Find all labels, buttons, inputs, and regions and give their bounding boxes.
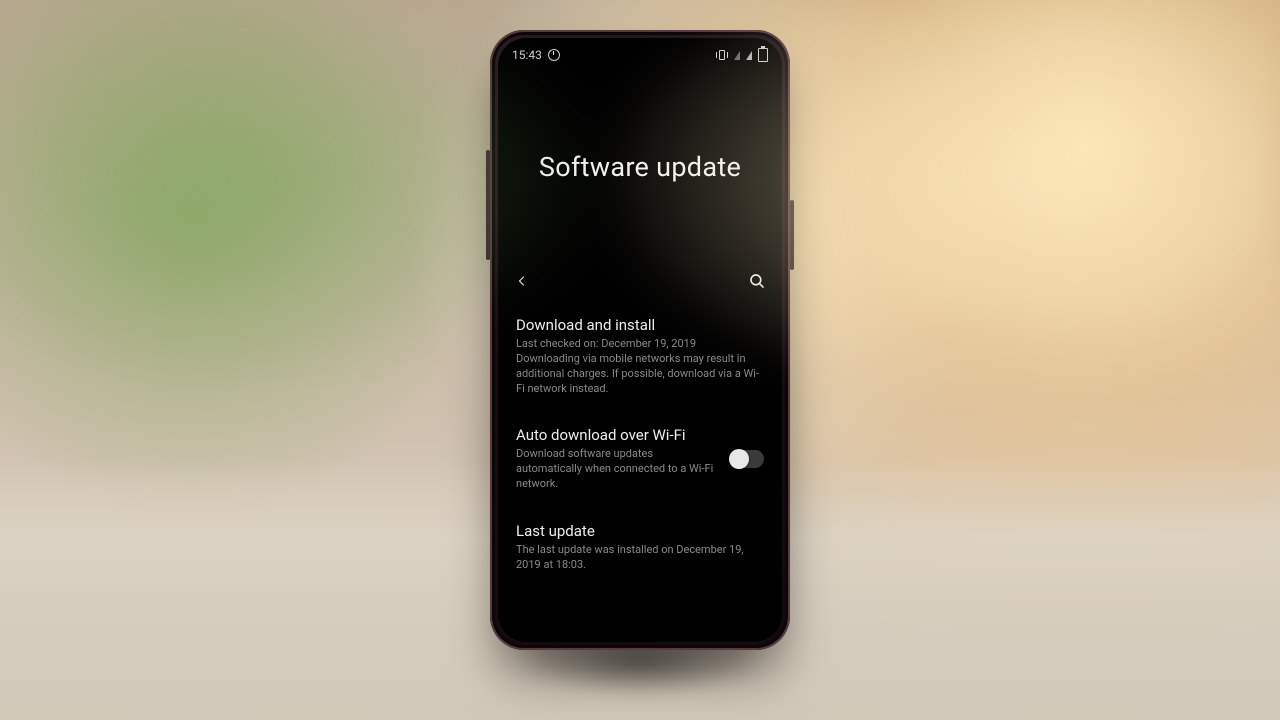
status-bar: 15:43 (498, 38, 782, 72)
phone-side-button-right (790, 200, 794, 270)
page-title: Software update (539, 151, 741, 183)
page-title-area: Software update (498, 72, 782, 262)
phone-device: 15:43 Software update (490, 30, 790, 650)
phone-frame: 15:43 Software update (490, 30, 790, 650)
auto-download-toggle[interactable] (730, 450, 764, 468)
status-bar-right (716, 48, 768, 62)
status-time: 15:43 (512, 48, 542, 62)
vibrate-icon (716, 49, 728, 61)
search-icon (748, 272, 766, 290)
search-button[interactable] (746, 270, 768, 292)
status-bar-left: 15:43 (512, 48, 560, 62)
item-title: Download and install (516, 316, 764, 334)
last-update-item[interactable]: Last update The last update was installe… (498, 510, 782, 585)
item-subtitle: Last checked on: December 19, 2019 Downl… (516, 337, 764, 396)
download-and-install-item[interactable]: Download and install Last checked on: De… (498, 304, 782, 408)
phone-side-button-left (486, 150, 490, 260)
photo-background: 15:43 Software update (0, 0, 1280, 720)
auto-download-wifi-item[interactable]: Auto download over Wi-Fi Download softwa… (498, 414, 782, 504)
signal-icon (746, 51, 752, 60)
toolbar (498, 262, 782, 300)
settings-list: Download and install Last checked on: De… (498, 300, 782, 585)
alarm-icon (548, 49, 560, 61)
item-subtitle: The last update was installed on Decembe… (516, 543, 764, 573)
wifi-icon (734, 51, 740, 60)
item-subtitle: Download software updates automatically … (516, 447, 716, 492)
toggle-knob (729, 449, 749, 469)
item-title: Last update (516, 522, 764, 540)
battery-icon (758, 48, 768, 62)
back-button[interactable] (512, 271, 532, 291)
item-title: Auto download over Wi-Fi (516, 426, 716, 444)
chevron-left-icon (516, 272, 528, 290)
phone-screen: 15:43 Software update (498, 38, 782, 642)
